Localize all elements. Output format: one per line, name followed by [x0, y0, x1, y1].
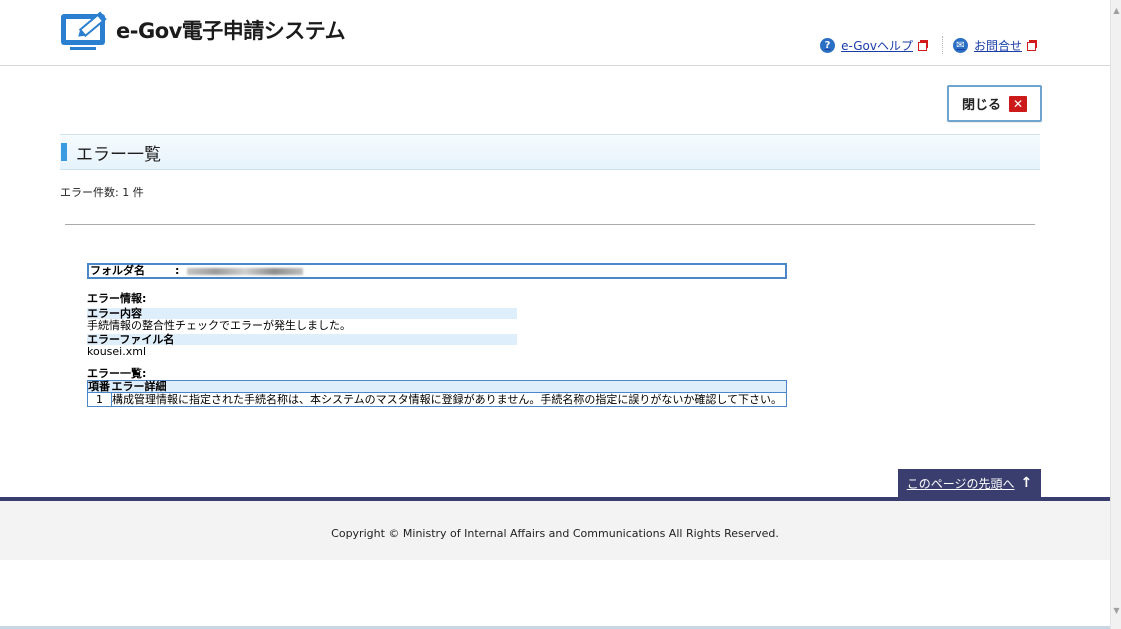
help-link[interactable]: ? e-Govヘルプ — [820, 37, 928, 54]
title-accent-bar — [61, 143, 67, 161]
folder-name-redacted — [187, 267, 303, 275]
contact-link-label: お問合せ — [973, 38, 1022, 53]
error-content-value: 手続情報の整合性チェックでエラーが発生しました。 — [87, 319, 351, 332]
mail-icon: ✉ — [952, 37, 968, 53]
page-title: エラー一覧 — [76, 144, 161, 165]
site-footer: Copyright © Ministry of Internal Affairs… — [0, 497, 1110, 560]
error-list-label: エラー一覧: — [87, 367, 147, 380]
monitor-pen-icon — [61, 11, 107, 50]
external-link-icon — [1027, 40, 1037, 51]
error-count: エラー件数: 1 件 — [60, 186, 144, 199]
col-header-no: 項番 — [87, 380, 112, 393]
table-row: 1 構成管理情報に指定された手続名称は、本システムのマスタ情報に登録がありません… — [87, 392, 787, 407]
col-header-detail: エラー詳細 — [111, 380, 787, 393]
header-links: ? e-Govヘルプ ✉ お問合せ — [820, 36, 1037, 54]
error-info-label: エラー情報: — [87, 292, 147, 305]
help-icon: ? — [820, 37, 836, 53]
row-detail: 構成管理情報に指定された手続名称は、本システムのマスタ情報に登録がありません。手… — [112, 393, 783, 406]
close-button[interactable]: 閉じる ✕ — [947, 85, 1042, 122]
app-title: e-Gov電子申請システム — [116, 19, 346, 43]
copyright: Copyright © Ministry of Internal Affairs… — [331, 527, 779, 540]
divider — [65, 224, 1035, 225]
row-no: 1 — [87, 392, 112, 407]
folder-label: フォルダ名 — [90, 264, 145, 277]
external-link-icon — [917, 40, 928, 51]
error-table: 項番 エラー詳細 1 構成管理情報に指定された手続名称は、本システムのマスタ情報… — [87, 380, 787, 407]
folder-row: フォルダ名 : — [87, 263, 787, 279]
link-separator — [941, 36, 943, 54]
folder-colon: : — [175, 264, 180, 277]
error-file-heading: エラーファイル名 — [87, 334, 517, 345]
error-report: フォルダ名 : エラー情報: エラー内容 手続情報の整合性チェックでエラーが発生… — [87, 263, 787, 407]
page-top-label: このページの先頭へ — [906, 476, 1015, 491]
section-header: エラー一覧 — [60, 134, 1040, 170]
scroll-up-icon[interactable]: ▲ — [1112, 6, 1121, 15]
close-button-label: 閉じる — [961, 98, 1001, 113]
vertical-scrollbar[interactable]: ▲ ▼ — [1110, 0, 1121, 629]
scroll-down-icon[interactable]: ▼ — [1112, 606, 1121, 615]
close-icon: ✕ — [1009, 95, 1027, 112]
error-file-value: kousei.xml — [87, 345, 147, 358]
egov-logo[interactable]: e-Gov電子申請システム — [60, 9, 346, 51]
arrow-up-icon: ↑ — [1020, 475, 1033, 491]
site-header: e-Gov電子申請システム ? e-Govヘルプ ✉ お問合せ — [0, 0, 1110, 66]
page-top-link[interactable]: このページの先頭へ ↑ — [898, 469, 1041, 497]
contact-link[interactable]: ✉ お問合せ — [952, 37, 1037, 54]
help-link-label: e-Govヘルプ — [841, 38, 913, 53]
table-header-row: 項番 エラー詳細 — [87, 380, 787, 393]
error-content-heading: エラー内容 — [87, 308, 517, 319]
